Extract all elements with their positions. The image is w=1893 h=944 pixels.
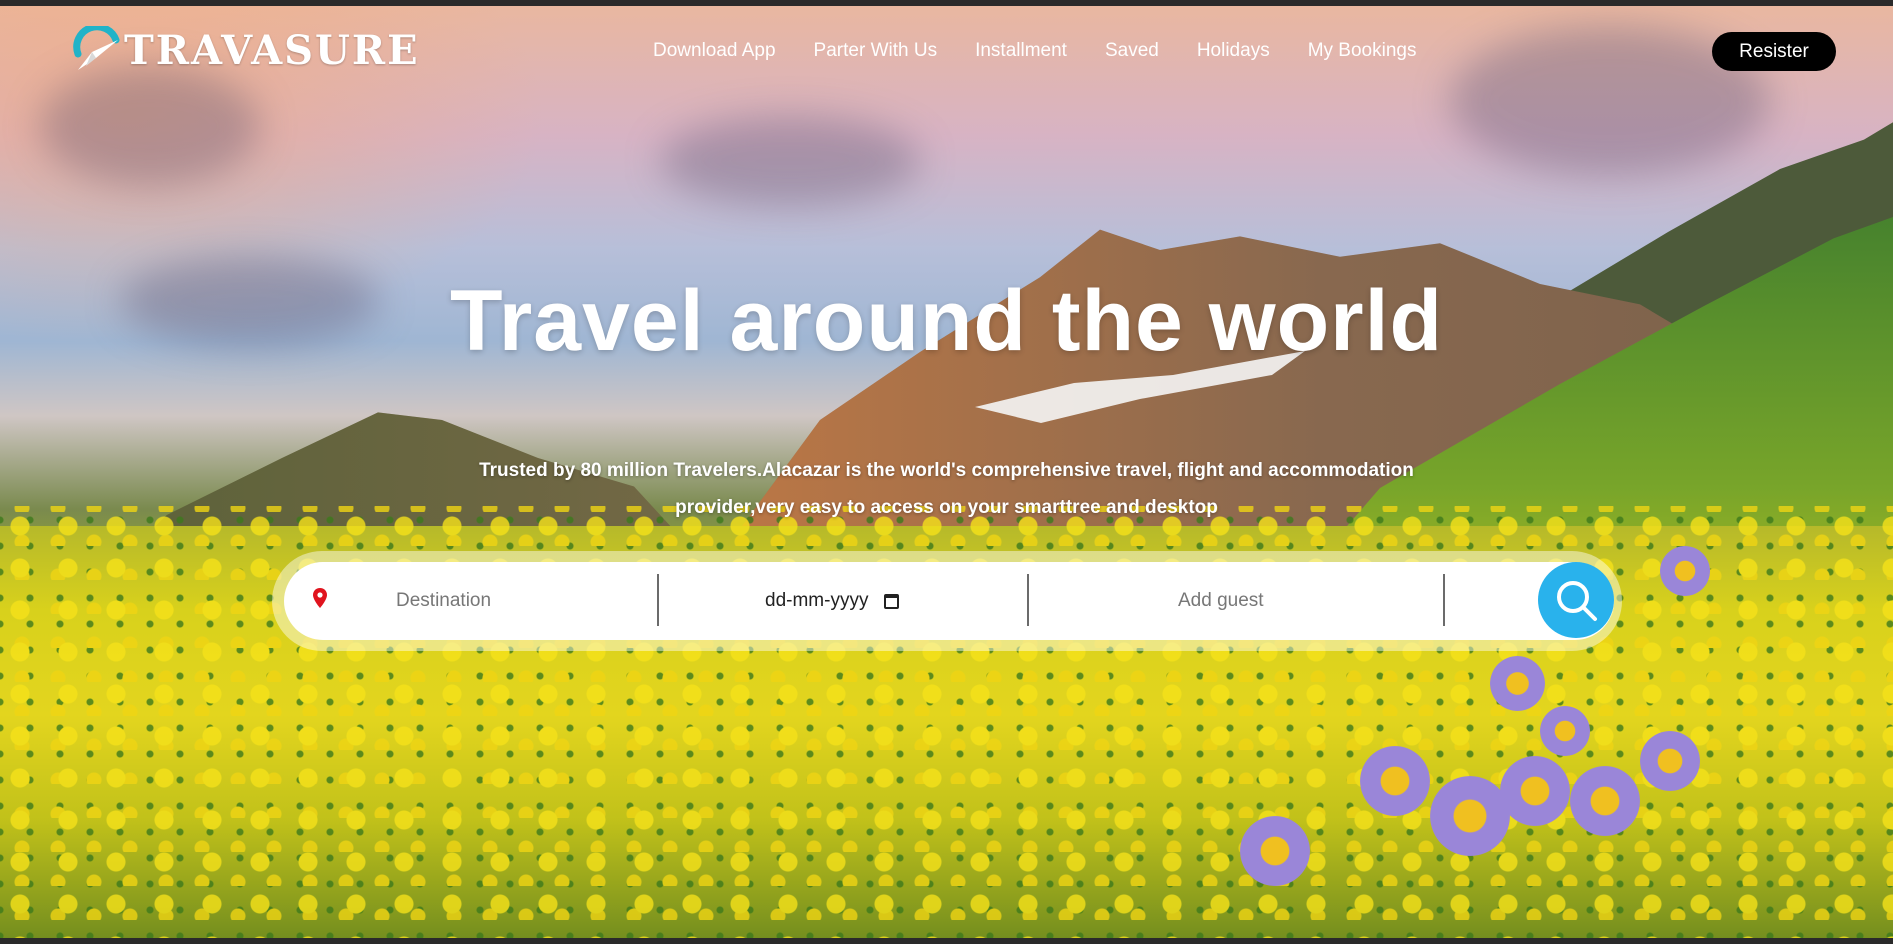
destination-input[interactable]: Destination <box>396 562 636 640</box>
register-button[interactable]: Resister <box>1712 32 1836 71</box>
nav-my-bookings[interactable]: My Bookings <box>1308 40 1417 62</box>
destination-placeholder: Destination <box>396 590 492 611</box>
purple-flower <box>1240 816 1310 886</box>
cloud <box>660 116 920 206</box>
guest-placeholder: Add guest <box>1178 590 1264 611</box>
calendar-icon[interactable] <box>884 593 900 609</box>
purple-flower <box>1640 731 1700 791</box>
purple-flower <box>1490 656 1545 711</box>
globe-plane-icon <box>72 23 122 74</box>
divider <box>657 574 659 626</box>
top-nav: Download App Parter With Us Installment … <box>653 40 1454 62</box>
nav-saved[interactable]: Saved <box>1105 40 1159 62</box>
hero-subtitle: Trusted by 80 million Travelers.Alacazar… <box>440 452 1453 526</box>
search-button[interactable] <box>1538 562 1614 638</box>
location-pin-icon <box>313 588 327 608</box>
nav-download-app[interactable]: Download App <box>653 40 776 62</box>
nav-holidays[interactable]: Holidays <box>1197 40 1270 62</box>
purple-flower <box>1660 546 1710 596</box>
hero-subtitle-line: provider,very easy to access on your sma… <box>675 497 1218 518</box>
purple-flower <box>1430 776 1510 856</box>
purple-flower <box>1360 746 1430 816</box>
guest-input[interactable]: Add guest <box>1178 562 1378 640</box>
divider <box>1027 574 1029 626</box>
divider <box>1443 574 1445 626</box>
purple-flower <box>1500 756 1570 826</box>
nav-partner-with-us[interactable]: Parter With Us <box>814 40 938 62</box>
hero-subtitle-line: Trusted by 80 million Travelers.Alacazar… <box>479 460 1414 481</box>
brand-logo[interactable]: TRAVASURE <box>72 23 420 74</box>
brand-name: TRAVASURE <box>124 26 420 74</box>
purple-flower <box>1570 766 1640 836</box>
nav-installment[interactable]: Installment <box>975 40 1067 62</box>
purple-flower <box>1540 706 1590 756</box>
date-input[interactable]: dd-mm-yyyy <box>765 562 945 640</box>
hero-title: Travel around the world <box>449 273 1444 369</box>
cloud <box>40 66 260 186</box>
search-icon <box>1557 581 1597 621</box>
date-placeholder: dd-mm-yyyy <box>765 590 869 611</box>
